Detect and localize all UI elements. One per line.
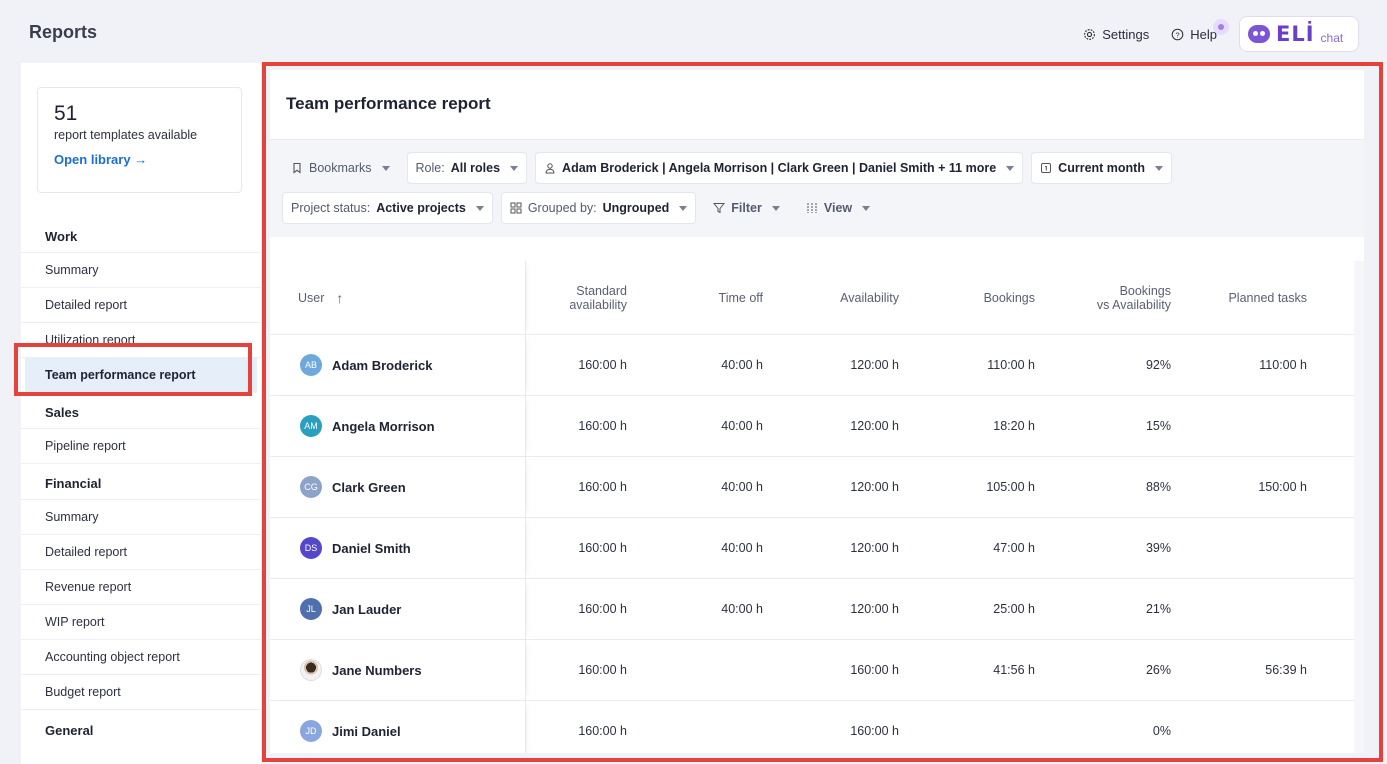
eli-chat-label: chat bbox=[1320, 31, 1344, 45]
open-library-link[interactable]: Open library → bbox=[54, 152, 147, 167]
sidebar-item-pipeline-report[interactable]: Pipeline report bbox=[21, 429, 261, 464]
notification-dot bbox=[1213, 18, 1229, 35]
sidebar-item-budget-report[interactable]: Budget report bbox=[21, 675, 261, 710]
page-title: Reports bbox=[29, 22, 98, 42]
settings-link[interactable]: Settings bbox=[1083, 27, 1149, 42]
section-work-title: Work bbox=[21, 219, 261, 253]
sidebar-item-work-summary[interactable]: Summary bbox=[21, 253, 261, 288]
eli-chat-button[interactable]: ELİ chat bbox=[1239, 16, 1359, 52]
sidebar-item-wip-report[interactable]: WIP report bbox=[21, 605, 261, 640]
highlight-report-panel bbox=[262, 62, 1383, 762]
settings-label: Settings bbox=[1102, 26, 1150, 42]
highlight-active-nav bbox=[14, 343, 252, 396]
gear-icon bbox=[1084, 28, 1096, 40]
eli-mascot-icon bbox=[1248, 25, 1270, 43]
section-general-title: General bbox=[45, 723, 94, 738]
sidebar-item-revenue-report[interactable]: Revenue report bbox=[21, 570, 261, 605]
top-actions: Settings ? Help ELİ chat bbox=[1083, 16, 1359, 52]
section-financial-title: Financial bbox=[21, 466, 261, 500]
sidebar: 51 report templates available Open libra… bbox=[21, 63, 261, 764]
sidebar-item-work-detailed-report[interactable]: Detailed report bbox=[21, 288, 261, 323]
svg-text:?: ? bbox=[1176, 30, 1180, 39]
sidebar-item-accounting-object-report[interactable]: Accounting object report bbox=[21, 640, 261, 675]
sidebar-item-financial-summary[interactable]: Summary bbox=[21, 500, 261, 535]
help-icon: ? bbox=[1171, 28, 1184, 40]
help-link[interactable]: ? Help bbox=[1171, 18, 1229, 42]
template-count-label: report templates available bbox=[54, 128, 198, 142]
section-sales-title: Sales bbox=[21, 395, 261, 429]
template-count: 51 bbox=[54, 102, 78, 125]
library-card: 51 report templates available Open libra… bbox=[37, 87, 242, 193]
eli-logo: ELİ bbox=[1276, 22, 1315, 46]
sidebar-item-financial-detailed-report[interactable]: Detailed report bbox=[21, 535, 261, 570]
